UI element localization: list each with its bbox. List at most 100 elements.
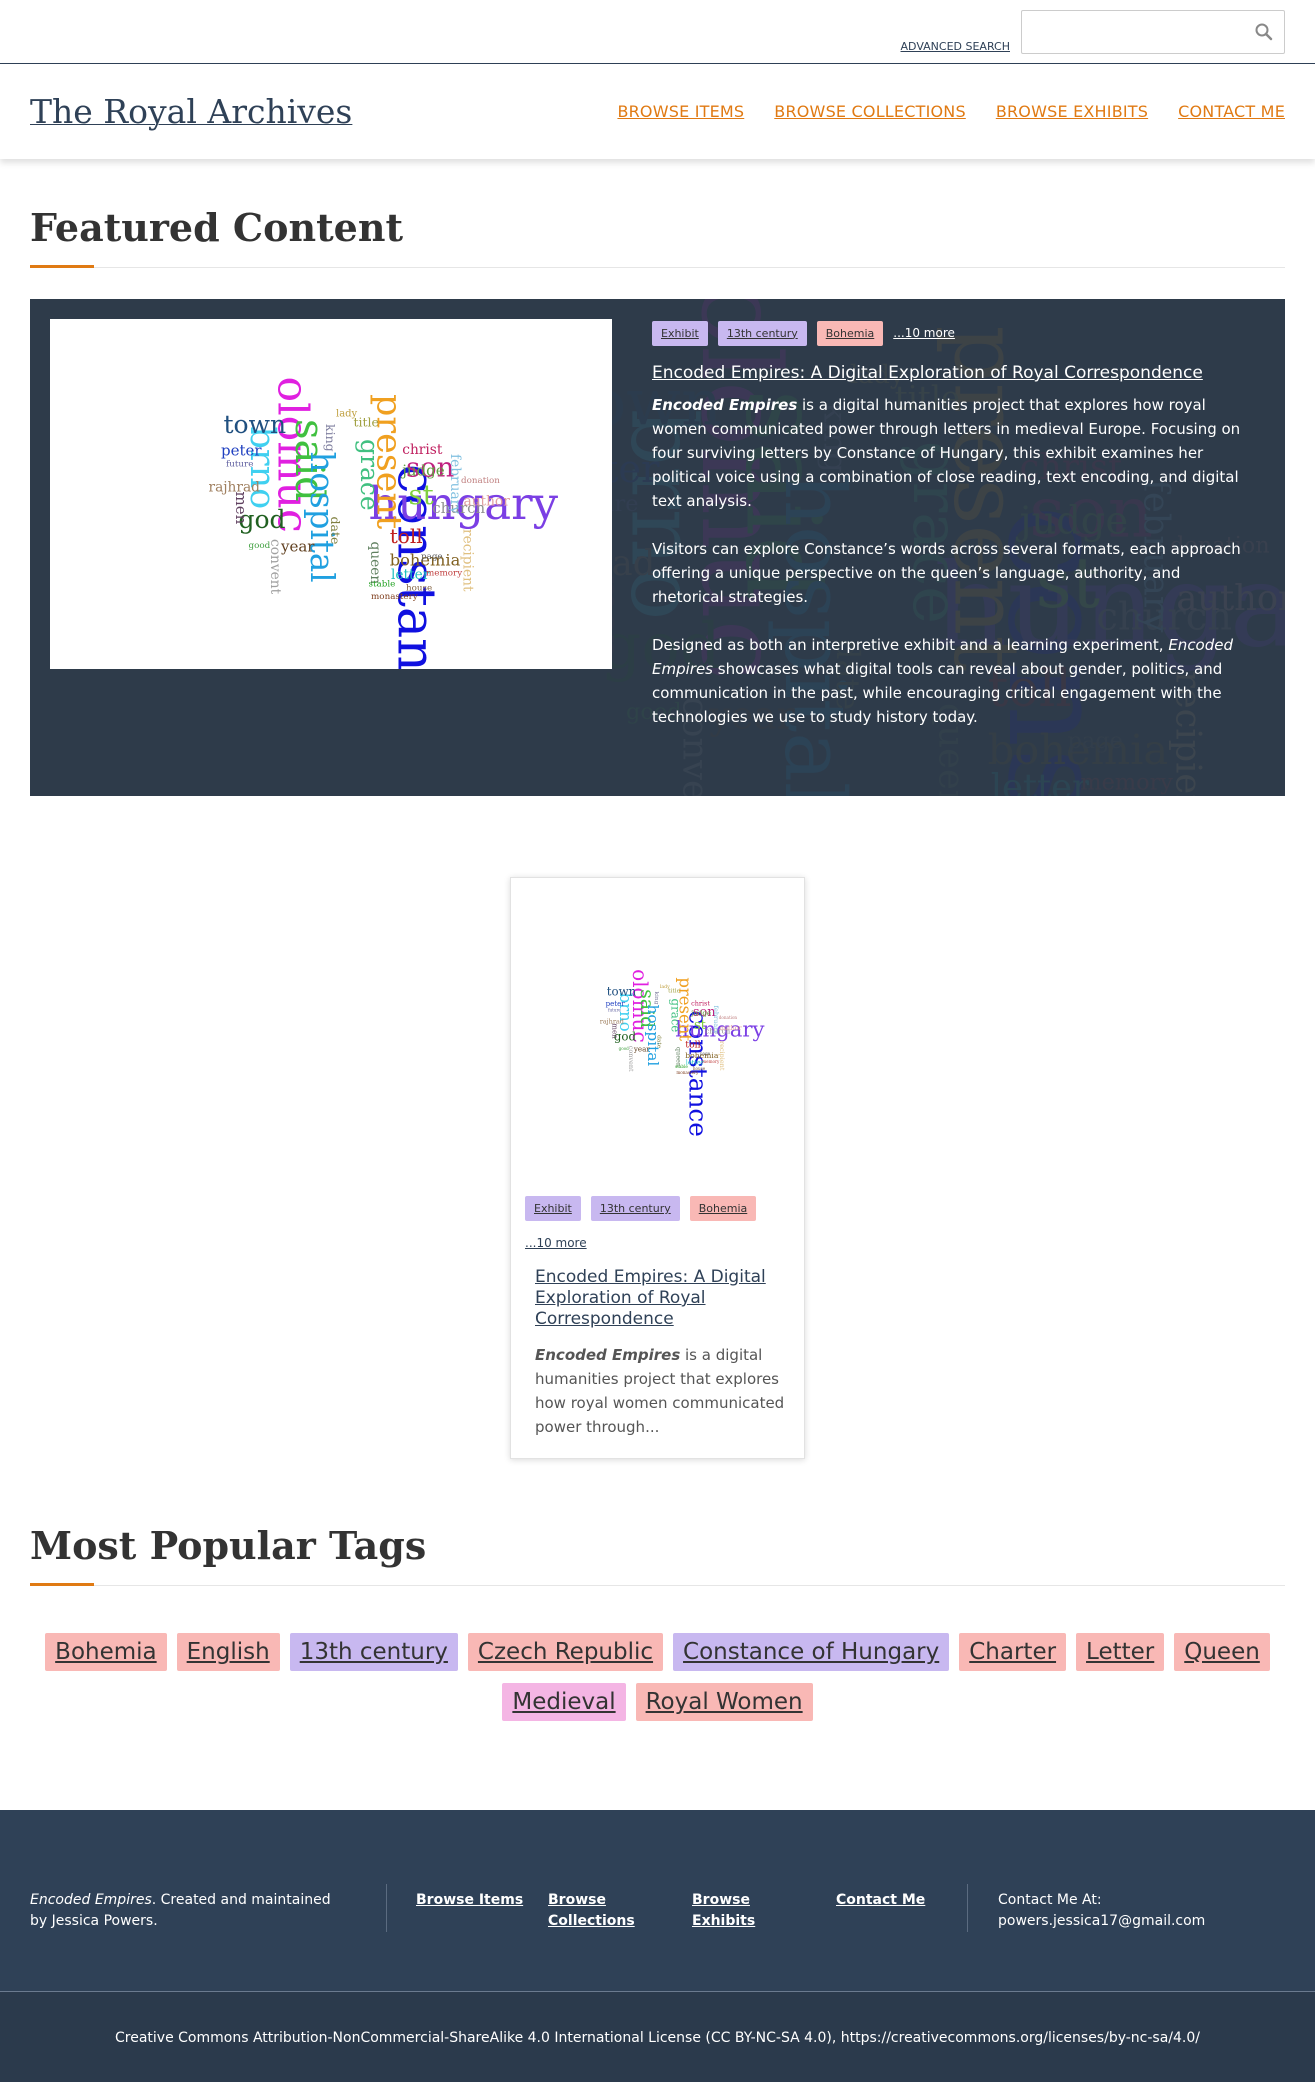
featured-paragraph-1: Encoded Empires is a digital humanities … bbox=[652, 393, 1252, 513]
card-title-link[interactable]: Encoded Empires: A Digital Exploration o… bbox=[535, 1267, 785, 1330]
search-icon[interactable] bbox=[1254, 22, 1274, 42]
site-title-link[interactable]: The Royal Archives bbox=[30, 92, 352, 131]
footer-divider bbox=[967, 1884, 968, 1932]
nav-browse-exhibits[interactable]: BROWSE EXHIBITS bbox=[996, 102, 1148, 121]
wordcloud-word: toll bbox=[390, 524, 423, 548]
wordcloud-word: king bbox=[653, 991, 659, 1004]
popular-tag[interactable]: Czech Republic bbox=[467, 1633, 664, 1671]
wordcloud-word: date bbox=[328, 517, 343, 545]
wordcloud-image: constancehungaryolomucsaidhospitalbrno pr… bbox=[209, 377, 559, 733]
wordcloud-word: town bbox=[224, 410, 287, 439]
footer-contact-label: Contact Me At: bbox=[998, 1892, 1102, 1908]
popular-tags-cloud: Bohemia English 13th century Czech Repub… bbox=[30, 1633, 1285, 1721]
wordcloud-word: grace bbox=[669, 999, 683, 1033]
nav-browse-collections[interactable]: BROWSE COLLECTIONS bbox=[774, 102, 966, 121]
wordcloud-word: town bbox=[607, 985, 637, 999]
featured-tags: Exhibit 13th century Bohemia ...10 more bbox=[652, 319, 1252, 347]
card-description: Encoded Empires is a digital humanities … bbox=[535, 1343, 790, 1439]
popular-tags-heading: Most Popular Tags bbox=[30, 1523, 427, 1568]
popular-accent bbox=[30, 1583, 94, 1586]
card-desc-em: Encoded Empires bbox=[535, 1346, 681, 1364]
featured-p3-text: showcases what digital tools can reveal … bbox=[652, 660, 1223, 726]
wordcloud-word: grace bbox=[355, 439, 384, 511]
wordcloud-word: lady bbox=[660, 984, 670, 990]
wordcloud-word: men bbox=[232, 492, 250, 525]
wordcloud-word: peter bbox=[606, 999, 626, 1008]
tag-13th-century[interactable]: 13th century bbox=[717, 320, 807, 346]
featured-title-link[interactable]: Encoded Empires: A Digital Exploration o… bbox=[652, 363, 1252, 383]
nav-contact-me[interactable]: CONTACT ME bbox=[1178, 102, 1285, 121]
popular-tag[interactable]: Royal Women bbox=[635, 1683, 813, 1721]
wordcloud-word: stable bbox=[369, 580, 396, 590]
wordcloud-word: good bbox=[619, 1046, 630, 1051]
wordcloud-word: year bbox=[280, 538, 315, 556]
footer-contact-email: powers.jessica17@gmail.com bbox=[998, 1913, 1206, 1929]
footer-browse-exhibits[interactable]: Browse Exhibits bbox=[692, 1890, 762, 1932]
popular-tag[interactable]: Constance of Hungary bbox=[673, 1633, 950, 1671]
card-tag-13th-century[interactable]: 13th century bbox=[590, 1196, 680, 1221]
featured-paragraph-3: Designed as both an interpretive exhibit… bbox=[652, 633, 1252, 729]
popular-tag[interactable]: Bohemia bbox=[45, 1633, 167, 1671]
wordcloud-word: recipient bbox=[460, 529, 476, 592]
featured-p3-pre: Designed as both an interpretive exhibit… bbox=[652, 636, 1169, 654]
featured-accent bbox=[30, 265, 94, 268]
popular-tag[interactable]: 13th century bbox=[289, 1633, 458, 1671]
wordcloud-word: peter bbox=[221, 441, 262, 459]
tag-bohemia[interactable]: Bohemia bbox=[816, 320, 884, 346]
popular-tag[interactable]: Queen bbox=[1174, 1633, 1270, 1671]
featured-p1-em: Encoded Empires bbox=[652, 396, 798, 414]
wordcloud-word: toll bbox=[685, 1039, 701, 1050]
footer-credit: Encoded Empires. Created and maintained … bbox=[30, 1890, 350, 1932]
search-box bbox=[1021, 10, 1285, 54]
wordcloud-word: author bbox=[720, 1024, 743, 1032]
card-image[interactable]: constance hungary olomuc said hospital brno pr… bbox=[525, 892, 790, 1157]
wordcloud-word: st bbox=[409, 479, 434, 511]
featured-image[interactable]: constance hungary olomuc said hospital brno pr… bbox=[50, 319, 612, 733]
footer-contact: Contact Me At: powers.jessica17@gmail.co… bbox=[998, 1890, 1205, 1932]
wordcloud-word: memory bbox=[1080, 769, 1173, 795]
advanced-search-link[interactable]: ADVANCED SEARCH bbox=[901, 40, 1010, 53]
wordcloud-word: lady bbox=[336, 409, 358, 420]
more-tags-link[interactable]: ...10 more bbox=[893, 326, 955, 340]
wordcloud-word: judge bbox=[690, 1009, 711, 1018]
popular-tag[interactable]: Letter bbox=[1076, 1633, 1165, 1671]
utility-bar: ADVANCED SEARCH bbox=[0, 0, 1315, 64]
wordcloud-word: good bbox=[249, 541, 271, 551]
footer-browse-items[interactable]: Browse Items bbox=[416, 1890, 523, 1911]
wordcloud-word: christ bbox=[691, 1000, 710, 1008]
footer-bottom: Creative Commons Attribution-NonCommerci… bbox=[0, 1991, 1315, 2082]
footer-main: Encoded Empires. Created and maintained … bbox=[0, 1810, 1315, 1990]
wordcloud-word: page bbox=[700, 1051, 711, 1056]
wordcloud-word: page bbox=[421, 552, 443, 562]
wordcloud-word: men bbox=[611, 1023, 620, 1039]
popular-tag[interactable]: Medieval bbox=[502, 1683, 626, 1721]
wordcloud-word: date bbox=[656, 1035, 662, 1049]
wordcloud-word: donation bbox=[719, 1015, 738, 1020]
card-more-tags-link[interactable]: ...10 more bbox=[525, 1236, 587, 1250]
featured-paragraph-2: Visitors can explore Constance’s words a… bbox=[652, 540, 1241, 606]
popular-rule bbox=[30, 1585, 1285, 1586]
wordcloud-word: donation bbox=[461, 476, 500, 486]
main-nav: BROWSE ITEMS BROWSE COLLECTIONS BROWSE E… bbox=[617, 102, 1285, 121]
wordcloud-word: monastery bbox=[676, 1070, 699, 1075]
popular-tag[interactable]: Charter bbox=[959, 1633, 1067, 1671]
card-wordcloud-image: constancehungaryolomucsaidhospitalbrno pr… bbox=[600, 969, 765, 1137]
wordcloud-word: memory bbox=[702, 1059, 720, 1064]
popular-tag[interactable]: English bbox=[176, 1633, 280, 1671]
wordcloud-word: stable bbox=[675, 1064, 688, 1069]
featured-exhibit: constancehungaryolomucsaidhospitalbrnopr… bbox=[30, 299, 1285, 796]
tag-exhibit[interactable]: Exhibit bbox=[652, 320, 708, 346]
wordcloud-word: future bbox=[226, 460, 253, 470]
wordcloud-word: judge bbox=[400, 461, 445, 479]
card-tags: Exhibit 13th century Bohemia bbox=[525, 1196, 757, 1221]
footer-license: Creative Commons Attribution-NonCommerci… bbox=[115, 2030, 1200, 2046]
card-tag-bohemia[interactable]: Bohemia bbox=[689, 1196, 757, 1221]
wordcloud-word: title bbox=[354, 415, 379, 430]
search-input[interactable] bbox=[1022, 11, 1242, 53]
wordcloud-word: memory bbox=[426, 568, 462, 578]
footer-contact-me[interactable]: Contact Me bbox=[836, 1890, 925, 1911]
wordcloud-word: future bbox=[608, 1008, 621, 1013]
nav-browse-items[interactable]: BROWSE ITEMS bbox=[617, 102, 744, 121]
footer-browse-collections[interactable]: Browse Collections bbox=[548, 1890, 638, 1932]
card-tag-exhibit[interactable]: Exhibit bbox=[525, 1196, 581, 1221]
